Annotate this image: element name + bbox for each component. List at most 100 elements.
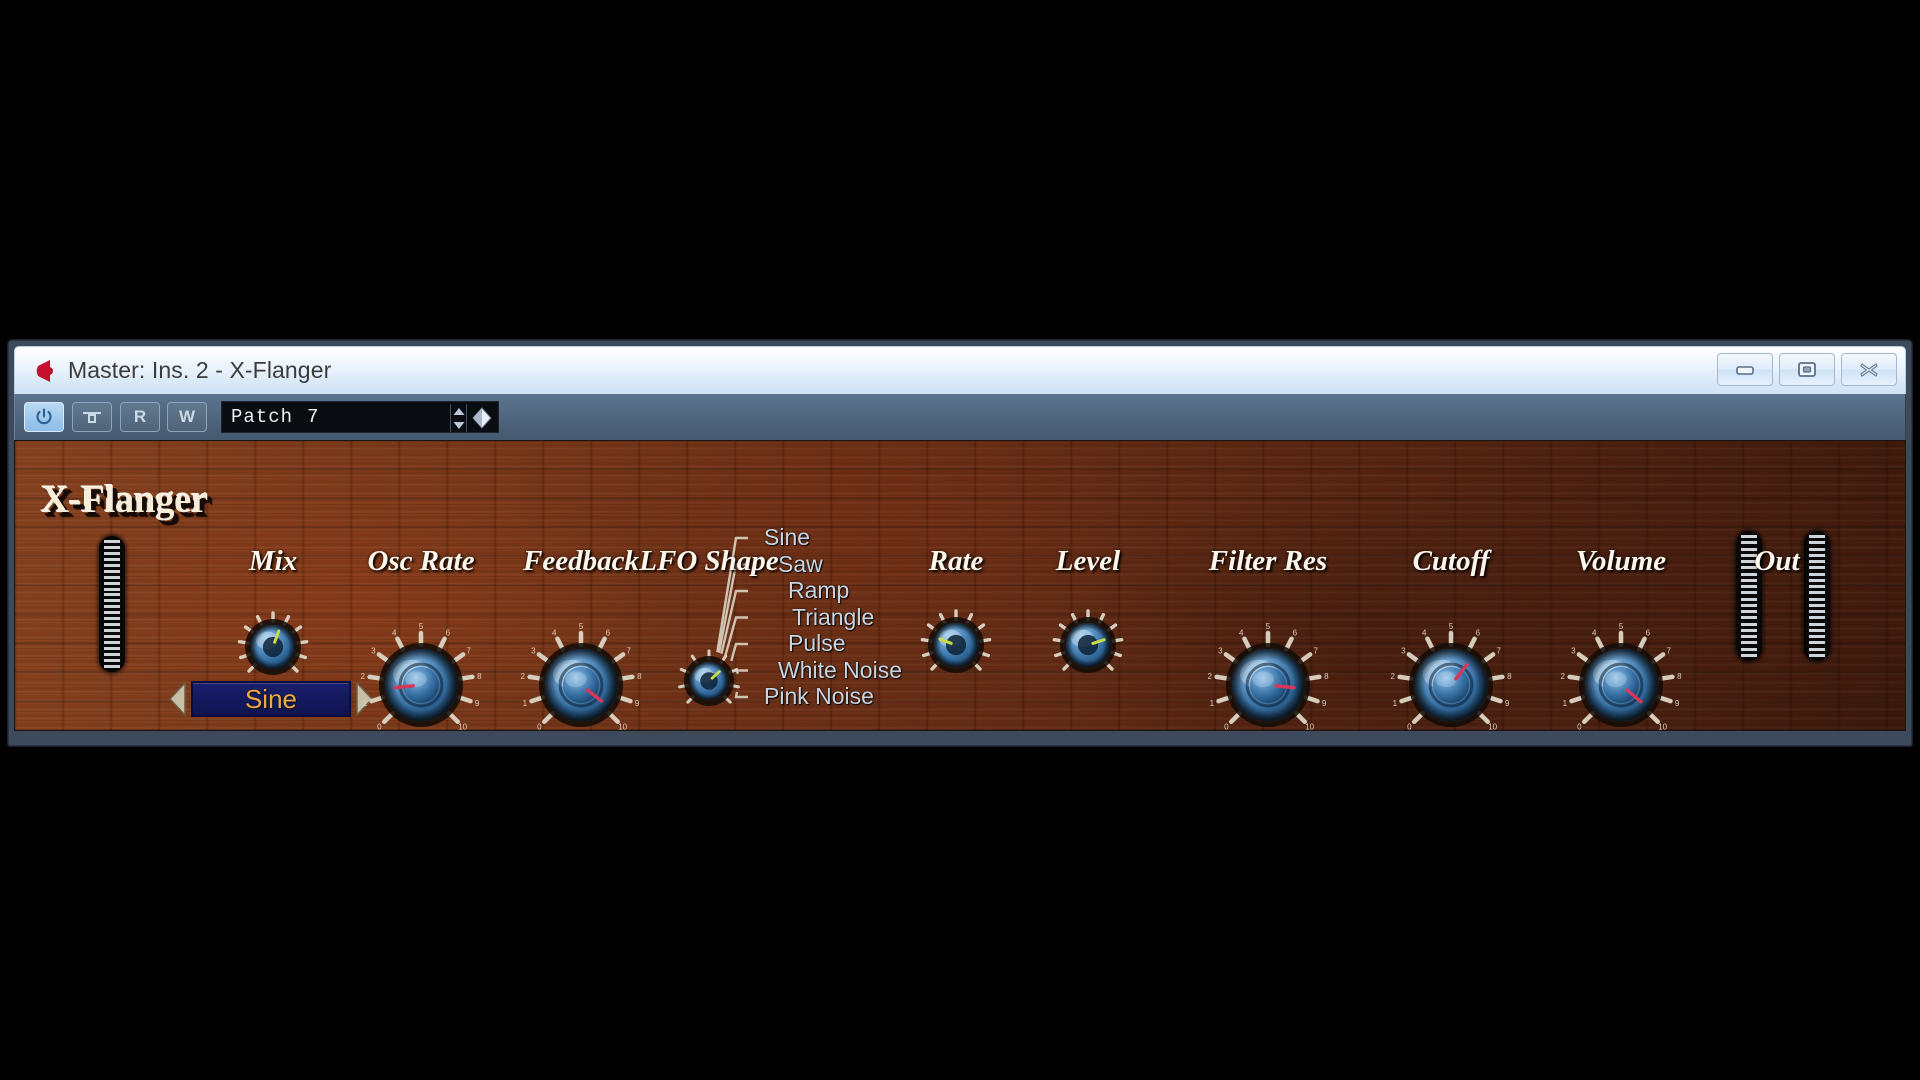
meter-segment <box>1809 553 1825 557</box>
lfo-option-pink-noise[interactable]: Pink Noise <box>764 685 902 712</box>
svg-text:9: 9 <box>1675 699 1680 708</box>
svg-text:3: 3 <box>371 646 376 655</box>
svg-text:6: 6 <box>1476 628 1481 637</box>
svg-text:2: 2 <box>1207 672 1212 681</box>
volume-knob[interactable]: 0 1 2 3 4 5 6 7 8 9 10 <box>1560 622 1682 731</box>
power-button[interactable] <box>24 402 64 432</box>
out-label: Out <box>1754 545 1800 577</box>
rate-knob[interactable] <box>914 603 998 687</box>
svg-text:3: 3 <box>1571 646 1576 655</box>
lfo-option-sine[interactable]: Sine <box>764 526 902 553</box>
chevron-left-icon <box>169 682 186 716</box>
svg-text:0: 0 <box>1407 723 1412 731</box>
meter-segment <box>104 599 120 603</box>
svg-text:1: 1 <box>1563 699 1568 708</box>
svg-text:3: 3 <box>531 646 536 655</box>
svg-text:1: 1 <box>1393 699 1398 708</box>
meter-segment <box>1809 547 1825 551</box>
spinner-up-icon <box>453 407 464 415</box>
meter-segment <box>104 563 120 567</box>
osc-rate-label: Osc Rate <box>367 545 475 577</box>
svg-text:5: 5 <box>1266 622 1271 631</box>
patch-spinner[interactable] <box>450 404 467 432</box>
lfo-shape-options: Sine Saw Ramp Triangle Pulse White Noise… <box>764 526 902 712</box>
svg-text:5: 5 <box>419 622 424 631</box>
close-button[interactable] <box>1841 353 1897 386</box>
svg-text:1: 1 <box>523 699 528 708</box>
meter-segment <box>1741 591 1757 595</box>
patch-value: 7 <box>307 406 319 428</box>
svg-text:1: 1 <box>363 699 368 708</box>
meter-segment <box>1741 622 1757 626</box>
svg-text:5: 5 <box>1619 622 1624 631</box>
svg-text:6: 6 <box>1293 628 1298 637</box>
bypass-button[interactable] <box>72 402 112 432</box>
write-automation-button[interactable]: W <box>167 402 207 432</box>
plugin-toolbar: R W Patch 7 <box>14 394 1906 440</box>
lfo-option-triangle[interactable]: Triangle <box>764 605 902 633</box>
minimize-button[interactable] <box>1717 353 1773 386</box>
power-icon <box>36 408 52 425</box>
svg-text:9: 9 <box>1505 699 1510 708</box>
feedback-knob[interactable]: 0 1 2 3 4 5 6 7 8 9 10 <box>520 622 642 730</box>
svg-text:7: 7 <box>1313 646 1318 655</box>
svg-text:0: 0 <box>1224 723 1229 731</box>
svg-text:2: 2 <box>1390 672 1395 681</box>
meter-segment <box>104 640 120 644</box>
svg-text:2: 2 <box>520 672 525 681</box>
meter-segment <box>1809 622 1825 626</box>
cutoff-knob[interactable]: 0 1 2 3 4 5 6 7 8 9 10 <box>1390 622 1512 731</box>
meter-segment <box>1741 597 1757 601</box>
meter-segment <box>104 658 120 662</box>
lfo-option-white-noise[interactable]: White Noise <box>764 658 902 686</box>
patch-display[interactable]: Patch 7 <box>221 401 499 433</box>
window-titlebar[interactable]: Master: Ins. 2 - X-Flanger <box>14 346 1906 394</box>
meter-segment <box>1809 628 1825 632</box>
svg-text:10: 10 <box>1488 723 1497 731</box>
lfo-option-ramp[interactable]: Ramp <box>764 579 902 606</box>
meter-segment <box>104 611 120 615</box>
lfo-shape-knob[interactable] <box>671 643 747 719</box>
meter-segment <box>104 629 120 633</box>
filter-res-knob[interactable]: 0 1 2 3 4 5 6 7 8 9 10 <box>1207 622 1329 731</box>
meter-segment <box>1741 578 1757 582</box>
mix-knob[interactable] <box>231 605 315 689</box>
shape-prev-button[interactable] <box>165 681 191 717</box>
lfo-option-saw[interactable]: Saw <box>764 552 902 580</box>
minimize-icon <box>1736 365 1754 375</box>
meter-segment <box>1809 572 1825 576</box>
window-controls <box>1717 353 1897 386</box>
meter-segment <box>1741 653 1757 657</box>
filter-res-label: Filter Res <box>1208 545 1328 577</box>
meter-segment <box>104 545 120 549</box>
meter-segment <box>104 623 120 627</box>
svg-text:3: 3 <box>1218 646 1223 655</box>
rate-label: Rate <box>928 545 984 577</box>
svg-text:4: 4 <box>392 628 397 637</box>
read-automation-button[interactable]: R <box>120 402 160 432</box>
svg-text:10: 10 <box>1658 723 1667 731</box>
meter-segment <box>1741 535 1757 538</box>
svg-text:6: 6 <box>606 628 611 637</box>
osc-rate-knob[interactable]: 0 1 2 3 4 5 6 7 8 9 10 <box>360 622 482 731</box>
cutoff-label: Cutoff <box>1412 545 1490 577</box>
meter-segment <box>104 593 120 597</box>
svg-text:7: 7 <box>466 646 471 655</box>
lfo-option-pulse[interactable]: Pulse <box>764 632 902 659</box>
svg-text:8: 8 <box>477 672 482 681</box>
meter-segment <box>1741 610 1757 613</box>
preset-menu-button[interactable] <box>469 405 495 431</box>
maximize-button[interactable] <box>1779 353 1835 386</box>
svg-text:0: 0 <box>377 723 382 731</box>
svg-text:3: 3 <box>1401 646 1406 655</box>
level-knob[interactable] <box>1046 603 1130 687</box>
svg-text:10: 10 <box>1305 723 1314 731</box>
svg-text:0: 0 <box>1577 723 1582 731</box>
svg-text:2: 2 <box>360 672 365 681</box>
meter-segment <box>1741 541 1757 545</box>
meter-segment <box>104 575 120 579</box>
meter-segment <box>1741 647 1757 651</box>
meter-segment <box>1809 653 1825 657</box>
svg-text:6: 6 <box>1646 628 1651 637</box>
write-label: W <box>178 407 196 426</box>
